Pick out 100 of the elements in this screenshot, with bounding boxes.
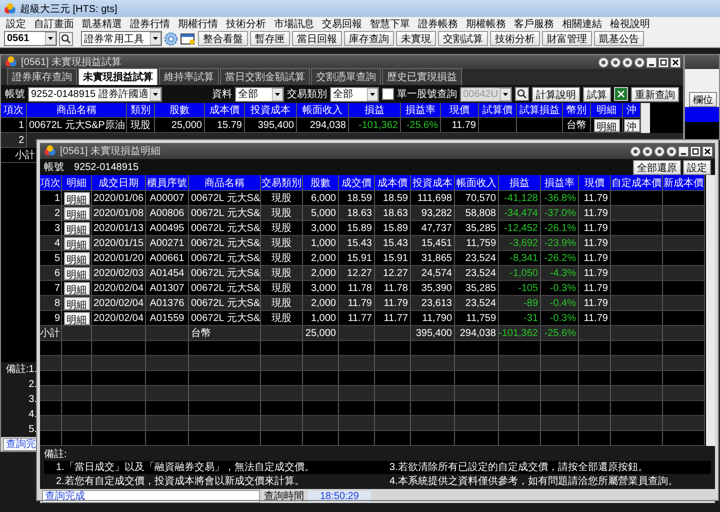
account-combo[interactable]: 9252-0148915 證券許國適 [28, 86, 162, 102]
column-header: 試算價 [479, 103, 517, 118]
tab[interactable]: 歷史已實現損益 [382, 68, 462, 85]
menu-item[interactable]: 期權帳務 [462, 16, 510, 30]
minimize-icon[interactable] [678, 146, 689, 156]
scrollbar[interactable] [641, 103, 650, 133]
detail-button[interactable]: 明細 [64, 206, 90, 220]
menu-item[interactable]: 檢視說明 [606, 16, 654, 30]
requery-button[interactable]: 重新查詢 [631, 86, 679, 102]
search-icon[interactable] [59, 32, 73, 46]
dropdown-arrow-icon[interactable] [366, 88, 378, 100]
offset-button[interactable]: 沖 [624, 118, 640, 132]
toolbar-button[interactable]: 暫存匣 [250, 31, 290, 46]
toolbar-button[interactable]: 財富管理 [542, 31, 592, 46]
tab[interactable]: 未實現損益試算 [78, 68, 158, 85]
tool-combo[interactable]: 證券常用工具 [81, 31, 162, 46]
app-logo-icon [44, 145, 56, 157]
app-logo-icon [5, 56, 17, 68]
minimize-icon[interactable] [646, 56, 657, 68]
spreadsheet-icon[interactable] [614, 87, 628, 101]
maximize-icon[interactable] [690, 146, 701, 156]
menu-item[interactable]: 證券帳務 [414, 16, 462, 30]
note-text: 4.本系統提供之資料僅供參考，如有問題請洽您所屬營業員查詢。 [388, 475, 679, 488]
detail-button[interactable]: 明細 [64, 266, 90, 280]
column-header: 自定成本價 [611, 175, 663, 191]
table-background [685, 122, 719, 139]
data-combo[interactable]: 全部 [234, 86, 284, 102]
column-header: 損益率 [541, 175, 579, 191]
menu-item[interactable]: 凱基精選 [78, 16, 126, 30]
menu-item[interactable]: 期權行情 [174, 16, 222, 30]
window-title: [0561] 未實現損益試算 [21, 56, 122, 69]
card-icon[interactable] [180, 32, 196, 46]
menu-item[interactable]: 設定 [2, 16, 30, 30]
menu-item[interactable]: 自訂畫面 [30, 16, 78, 30]
query-time-label: 查詢時間 [264, 490, 304, 503]
toolbar-button[interactable]: 庫存查詢 [344, 31, 394, 46]
trade-type-combo[interactable]: 全部 [330, 86, 379, 102]
calc-help-button[interactable]: 計算說明 [532, 86, 580, 102]
gear-icon[interactable] [164, 32, 178, 46]
note-text: 2.若您有自定成交價，投資成本將會以新成交價來計算。 [55, 475, 306, 488]
detail-button[interactable]: 明細 [64, 296, 90, 310]
column-header: 明細 [591, 103, 623, 118]
toolbar-button[interactable]: 交割試算 [438, 31, 488, 46]
dropdown-arrow-icon[interactable] [272, 88, 283, 100]
account-combo[interactable]: 0561 [4, 31, 57, 46]
detail-button[interactable]: 明細 [64, 236, 90, 250]
menu-item[interactable]: 交易回報 [318, 16, 366, 30]
detail-button[interactable]: 明細 [64, 222, 90, 234]
column-header: 試算損益 [517, 103, 563, 118]
detail-button[interactable]: 明細 [64, 192, 90, 204]
toolbar-button[interactable]: 當日回報 [292, 31, 342, 46]
column-header: 損益率 [401, 103, 441, 118]
account-number: 9252-0148915 [74, 162, 139, 172]
dropdown-arrow-icon[interactable] [150, 88, 162, 100]
dropdown-arrow-icon[interactable] [150, 32, 161, 45]
column-header: 類別 [127, 103, 155, 118]
note-number: 2. [28, 378, 38, 392]
window-title: [0561] 未實現損益明細 [60, 144, 161, 158]
menu-item[interactable]: 證券行情 [126, 16, 174, 30]
title-bar [685, 55, 719, 69]
restore-all-button[interactable]: 全部還原 [633, 160, 681, 174]
tab[interactable]: 維持率試算 [159, 68, 219, 85]
column-header: 帳面收入 [297, 103, 349, 118]
toolbar-button[interactable]: 整合看盤 [198, 31, 248, 46]
close-icon[interactable] [670, 56, 681, 68]
column-header: 商品名稱 [27, 103, 127, 118]
column-header: 項次 [1, 103, 27, 118]
detail-button[interactable]: 明細 [64, 312, 90, 324]
tab[interactable]: 證券庫存查詢 [7, 68, 77, 85]
column-header: 新成本價 [663, 175, 705, 191]
toolbar-button[interactable]: 凱基公告 [594, 31, 644, 46]
menu-item[interactable]: 智慧下單 [366, 16, 414, 30]
tab[interactable]: 當日交割金額試算 [220, 68, 310, 85]
menu-item[interactable]: 客戶服務 [510, 16, 558, 30]
tab[interactable]: 交割憑單查詢 [311, 68, 381, 85]
maximize-icon[interactable] [658, 56, 669, 68]
trial-button[interactable]: 試算 [583, 86, 611, 102]
search-icon[interactable] [515, 87, 529, 101]
dropdown-arrow-icon[interactable] [45, 32, 56, 45]
column-header: 交易類別 [261, 175, 303, 191]
note-text: 3.若欲清除所有已設定的自定成交價，請按全部還原按鈕。 [378, 461, 711, 474]
app-title: 超級大三元 [HTS: gts] [20, 2, 118, 16]
checkbox[interactable] [382, 88, 394, 100]
settings-button[interactable]: 設定 [683, 160, 711, 174]
detail-button[interactable]: 明細 [594, 118, 620, 132]
menu-item[interactable]: 相關連結 [558, 16, 606, 30]
column-header: 明細 [62, 175, 92, 191]
header-row [685, 107, 719, 122]
scrollbar[interactable] [706, 175, 715, 446]
app-logo-icon [4, 2, 16, 14]
menu-item[interactable]: 技術分析 [222, 16, 270, 30]
toolbar-button[interactable]: 技術分析 [490, 31, 540, 46]
columns-button[interactable]: 欄位 [689, 92, 717, 106]
single-query-label: 單一股號查詢 [396, 88, 457, 101]
toolbar-button[interactable]: 未實現 [396, 31, 436, 46]
detail-button[interactable]: 明細 [64, 282, 90, 294]
detail-button[interactable]: 明細 [64, 252, 90, 264]
column-header: 投資成本 [411, 175, 455, 191]
menu-item[interactable]: 市場訊息 [270, 16, 318, 30]
close-icon[interactable] [702, 146, 713, 156]
